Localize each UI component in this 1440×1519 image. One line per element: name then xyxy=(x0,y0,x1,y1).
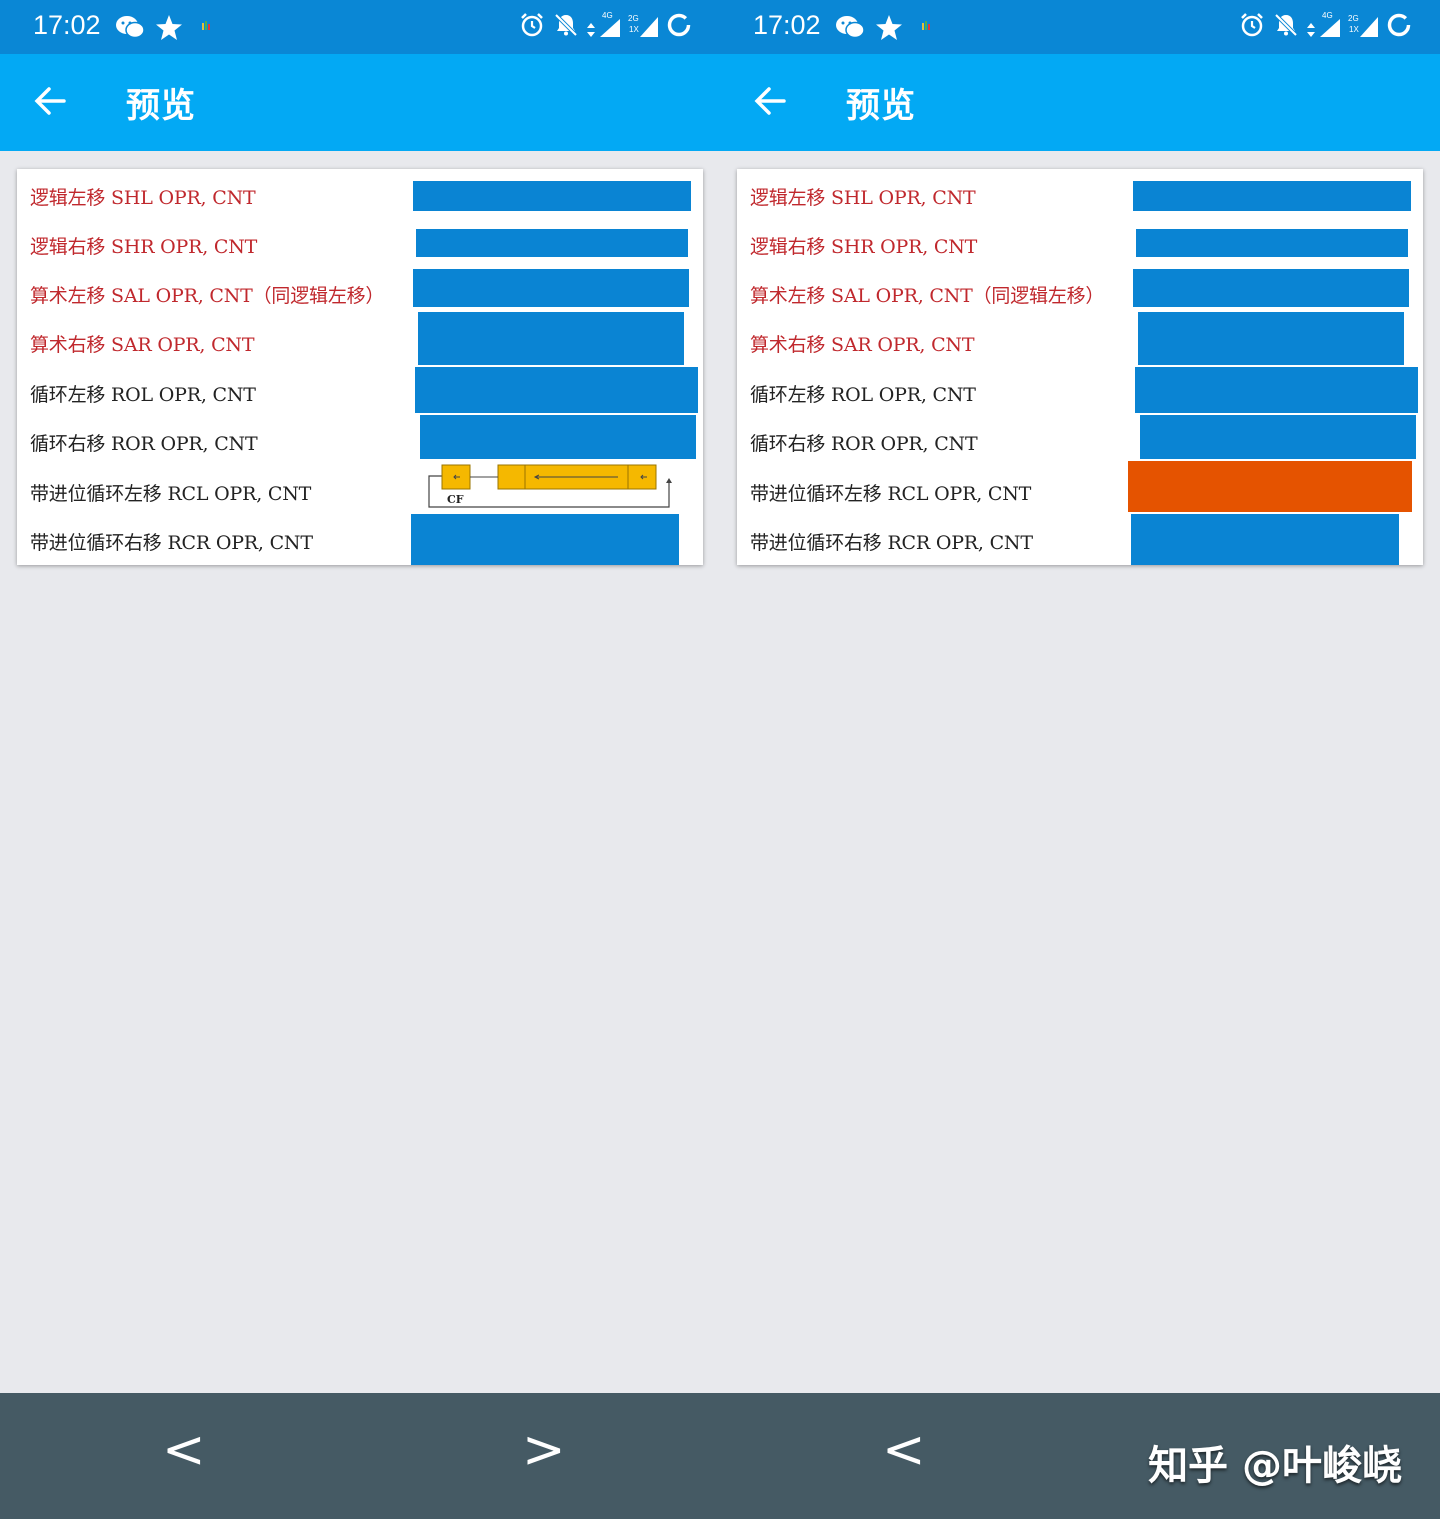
app-notification-icon xyxy=(922,21,930,30)
wechat-icon xyxy=(836,16,865,39)
signal-2g: 2G 1X xyxy=(1348,13,1378,37)
redacted-diagram-sal xyxy=(1133,269,1409,307)
zhihu-watermark: 知乎 @叶峻峣 xyxy=(1148,1443,1402,1489)
row-label-ror: 循环右移 ROR OPR, CNT xyxy=(750,433,978,455)
redacted-diagram-shl xyxy=(1133,181,1411,211)
bell-muted-icon xyxy=(1274,13,1298,37)
redacted-diagram-rol xyxy=(1135,367,1418,413)
row-label-rcl: 带进位循环左移 RCL OPR, CNT xyxy=(750,483,1032,505)
battery-ring-icon xyxy=(667,13,691,37)
data-arrows-icon xyxy=(1307,23,1315,37)
star-icon xyxy=(876,15,902,40)
next-page-button[interactable]: > xyxy=(522,1420,566,1480)
row-label-sal: 算术左移 SAL OPR, CNT（同逻辑左移） xyxy=(30,285,385,307)
status-bar: 17:02 4G 2G 1X xyxy=(720,0,1440,54)
status-time: 17:02 xyxy=(33,10,101,40)
status-right-group: 4G 2G 1X xyxy=(519,12,692,38)
app-notification-icon xyxy=(202,21,210,30)
redacted-diagram-ror xyxy=(420,415,696,459)
status-time: 17:02 xyxy=(753,10,821,40)
row-label-rcl: 带进位循环左移 RCL OPR, CNT xyxy=(30,483,312,505)
signal-4g: 4G xyxy=(587,11,620,37)
page-title: 预览 xyxy=(126,86,196,126)
redacted-diagram-sar xyxy=(418,312,684,365)
redacted-diagram-sal xyxy=(413,269,689,307)
signal-4g: 4G xyxy=(1307,11,1340,37)
prev-page-button[interactable]: < xyxy=(882,1420,926,1480)
row-label-shr: 逻辑右移 SHR OPR, CNT xyxy=(750,236,978,258)
rcl-loop-arrowhead xyxy=(666,478,672,483)
signal-icon xyxy=(1360,17,1378,37)
redacted-diagram-shr xyxy=(1136,229,1408,257)
redacted-diagram-shl xyxy=(413,181,691,211)
signal-2g: 2G 1X xyxy=(628,13,658,37)
row-label-shr: 逻辑右移 SHR OPR, CNT xyxy=(30,236,258,258)
redacted-diagram-rcr xyxy=(411,514,679,565)
row-label-sar: 算术右移 SAR OPR, CNT xyxy=(750,334,975,356)
net-label-2g: 2G xyxy=(1348,14,1359,23)
net-label-4g: 4G xyxy=(1322,11,1333,20)
bell-muted-icon xyxy=(554,13,578,37)
row-label-sar: 算术右移 SAR OPR, CNT xyxy=(30,334,255,356)
row-label-rol: 循环左移 ROL OPR, CNT xyxy=(750,384,976,406)
status-bar: 17:02 4G 2G 1X xyxy=(0,0,720,54)
back-arrow-icon[interactable] xyxy=(753,84,787,118)
net-label-1x: 1X xyxy=(629,25,639,34)
preview-card: 逻辑左移 SHL OPR, CNT 逻辑右移 SHR OPR, CNT 算术左移… xyxy=(737,169,1423,565)
app-bar: 预览 xyxy=(0,54,720,151)
star-icon xyxy=(156,15,182,40)
screen-right: 17:02 4G 2G 1X 预览 逻辑左移 SHL OPR, CNT 逻辑右移… xyxy=(720,0,1440,1519)
data-arrows-icon xyxy=(587,23,595,37)
cf-label: CF xyxy=(447,493,464,506)
app-bar: 预览 xyxy=(720,54,1440,151)
battery-ring-icon xyxy=(1387,13,1411,37)
signal-icon xyxy=(640,17,658,37)
alarm-icon xyxy=(521,13,543,37)
row-label-shl: 逻辑左移 SHL OPR, CNT xyxy=(750,187,976,209)
redacted-diagram-shr xyxy=(416,229,688,257)
status-right-group: 4G 2G 1X xyxy=(1239,12,1412,38)
redacted-diagram-rol xyxy=(415,367,698,413)
preview-card: 逻辑左移 SHL OPR, CNT 逻辑右移 SHR OPR, CNT 算术左移… xyxy=(17,169,703,565)
redacted-diagram-rcl-highlighted xyxy=(1128,461,1412,512)
row-label-ror: 循环右移 ROR OPR, CNT xyxy=(30,433,258,455)
alarm-icon xyxy=(1241,13,1263,37)
row-label-rcr: 带进位循环右移 RCR OPR, CNT xyxy=(750,532,1033,554)
wechat-icon xyxy=(116,16,145,39)
row-label-shl: 逻辑左移 SHL OPR, CNT xyxy=(30,187,256,209)
back-arrow-icon[interactable] xyxy=(33,84,67,118)
prev-page-button[interactable]: < xyxy=(162,1420,206,1480)
net-label-1x: 1X xyxy=(1349,25,1359,34)
page-title: 预览 xyxy=(846,86,916,126)
row-label-rol: 循环左移 ROL OPR, CNT xyxy=(30,384,256,406)
redacted-diagram-sar xyxy=(1138,312,1404,365)
rcl-diagram: CF xyxy=(428,464,672,508)
screen-left: 17:02 4G 2G 1X 预览 逻辑左移 SHL OPR, CNT 逻辑右移… xyxy=(0,0,720,1519)
bottom-nav-bar: < > xyxy=(0,1393,720,1519)
redacted-diagram-ror xyxy=(1140,415,1416,459)
redacted-diagram-rcr xyxy=(1131,514,1399,565)
row-label-sal: 算术左移 SAL OPR, CNT（同逻辑左移） xyxy=(750,285,1105,307)
row-label-rcr: 带进位循环右移 RCR OPR, CNT xyxy=(30,532,313,554)
bottom-nav-bar: < 知乎 @叶峻峣 xyxy=(720,1393,1440,1519)
net-label-4g: 4G xyxy=(602,11,613,20)
net-label-2g: 2G xyxy=(628,14,639,23)
